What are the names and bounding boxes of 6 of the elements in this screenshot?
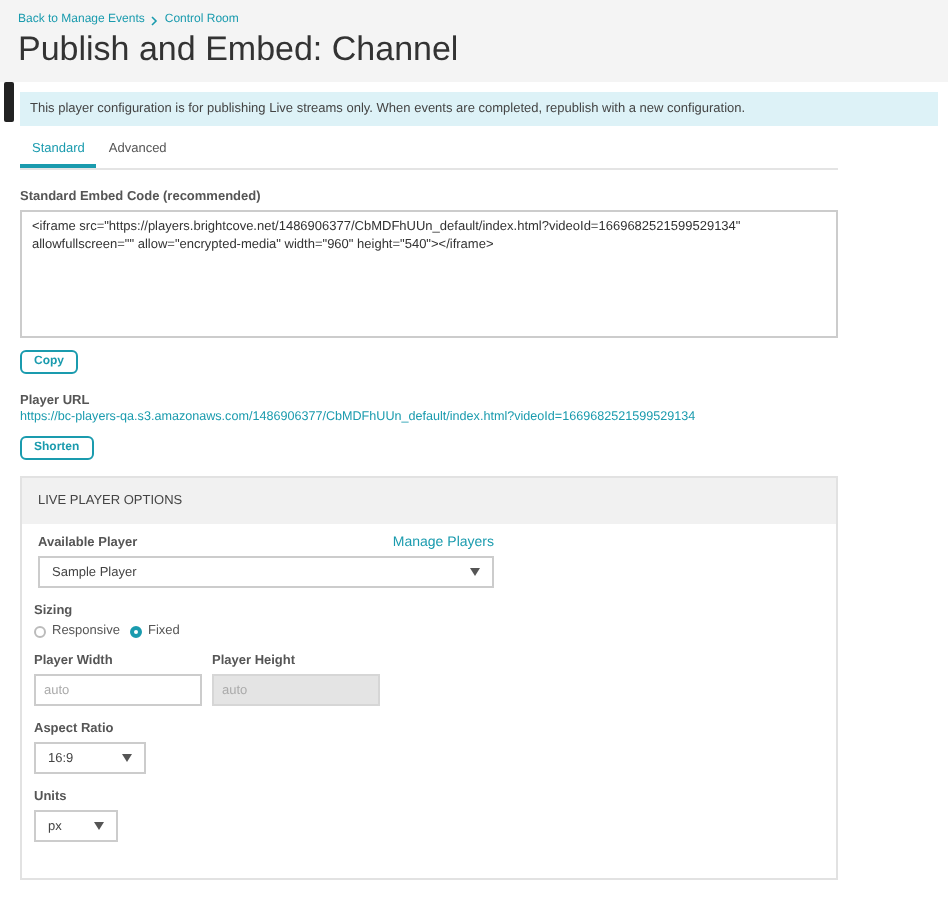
page-title: Publish and Embed: Channel bbox=[18, 30, 461, 70]
drag-handle-icon[interactable] bbox=[4, 82, 14, 122]
caret-icon bbox=[94, 822, 104, 830]
chevron-icon bbox=[150, 15, 159, 25]
caret-icon bbox=[122, 754, 132, 762]
caret-icon bbox=[470, 568, 480, 576]
